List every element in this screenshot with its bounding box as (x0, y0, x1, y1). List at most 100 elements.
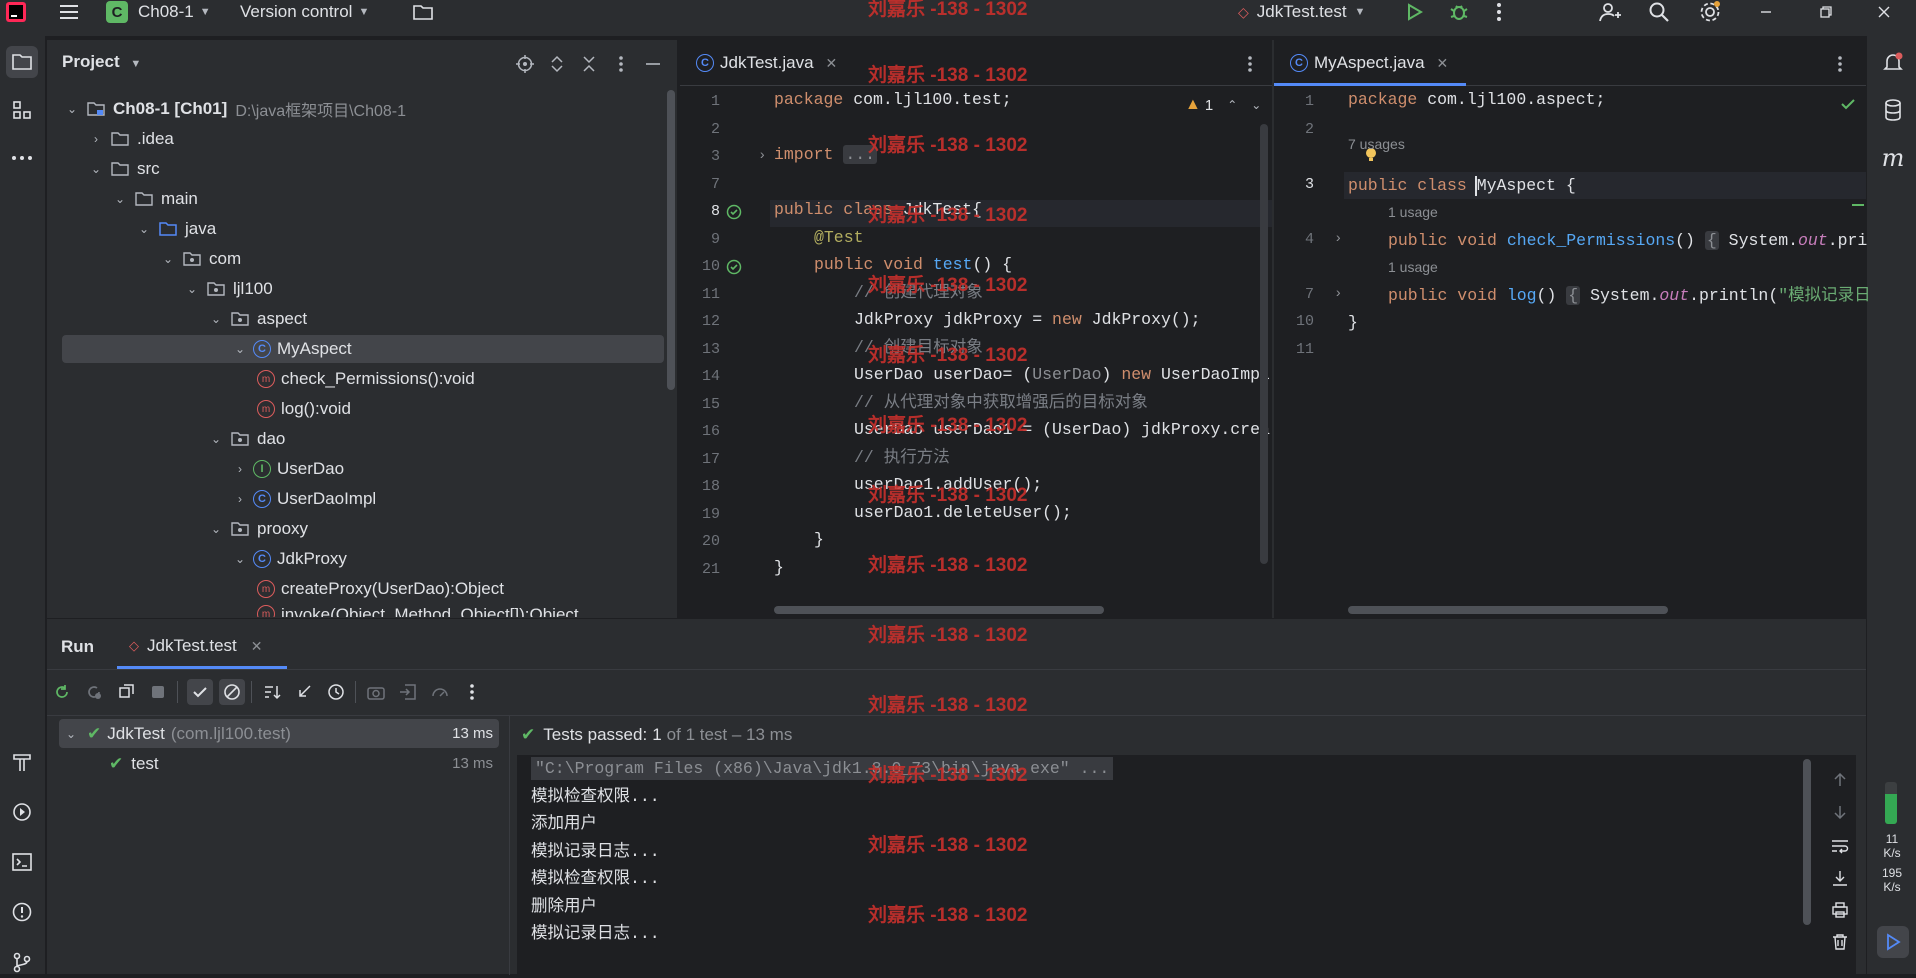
tree-item-prooxy[interactable]: ⌄ prooxy (207, 515, 308, 543)
more-icon[interactable] (459, 679, 485, 705)
import-icon[interactable] (395, 679, 421, 705)
command-line[interactable]: "C:\Program Files (x86)\Java\jdk1.8.0_73… (531, 757, 1114, 780)
close-tab-icon[interactable]: ✕ (1437, 55, 1449, 72)
tab-myaspect[interactable]: C MyAspect.java ✕ (1290, 48, 1448, 78)
tree-item-ljl100[interactable]: ⌄ ljl100 (183, 275, 273, 303)
tab-options-icon[interactable] (1234, 48, 1266, 80)
app-logo[interactable] (6, 0, 26, 24)
close-tab-icon[interactable]: ✕ (826, 55, 838, 72)
code-area[interactable]: package com.ljl100.aspect; 7 usages publ… (1348, 86, 1871, 332)
minimize-icon[interactable] (1758, 0, 1774, 24)
terminal-tool-icon[interactable] (6, 846, 38, 878)
run-tree-splitter[interactable] (509, 716, 510, 975)
tree-item-main[interactable]: ⌄ main (111, 185, 198, 213)
notifications-icon[interactable] (1877, 46, 1909, 78)
usages-hint[interactable]: 1 usage (1388, 254, 1438, 281)
clear-console-icon[interactable] (1827, 929, 1853, 955)
test-case-row[interactable]: ✔ test 13 ms (59, 749, 499, 778)
rerun-icon[interactable] (49, 679, 75, 705)
usages-hint[interactable]: 7 usages (1348, 131, 1405, 158)
show-ignored-icon[interactable] (219, 679, 245, 705)
rerun-failed-icon[interactable] (81, 679, 107, 705)
git-tool-icon[interactable] (6, 946, 38, 978)
history-icon[interactable] (323, 679, 349, 705)
tree-item-idea[interactable]: › .idea (87, 125, 174, 153)
project-tool-icon[interactable] (6, 46, 38, 78)
run-tab-jdktest[interactable]: ◇ JdkTest.test ✕ (129, 631, 263, 661)
run-test-gutter-icon[interactable] (726, 259, 742, 275)
tree-item-method[interactable]: m createProxy(UserDao):Object (253, 575, 504, 603)
fold-icon[interactable]: › (758, 148, 766, 164)
tree-item-com[interactable]: ⌄ com (159, 245, 241, 273)
scroll-down-icon[interactable] (1827, 799, 1853, 825)
toggle-autotest-icon[interactable] (113, 679, 139, 705)
print-icon[interactable] (1827, 897, 1853, 923)
folded-region[interactable]: ... (843, 145, 878, 164)
scroll-up-icon[interactable] (1827, 767, 1853, 793)
expand-all-icon[interactable] (541, 48, 573, 80)
editor-vertical-scrollbar[interactable] (1260, 124, 1268, 564)
code-area[interactable]: package com.ljl100.test; import ... publ… (774, 86, 1270, 577)
structure-tool-icon[interactable] (6, 94, 38, 126)
search-icon[interactable] (1648, 0, 1670, 24)
usages-hint[interactable]: 1 usage (1388, 199, 1438, 226)
main-menu-icon[interactable] (58, 0, 80, 24)
coverage-icon[interactable] (427, 679, 453, 705)
project-panel-header[interactable]: Project ▼ (62, 52, 141, 72)
settings-icon[interactable] (1698, 0, 1722, 24)
scroll-to-end-icon[interactable] (1827, 865, 1853, 891)
more-tools-icon[interactable] (6, 142, 38, 174)
problems-tool-icon[interactable] (6, 896, 38, 928)
folded-region[interactable]: { (1704, 231, 1719, 250)
vcs-menu[interactable]: Version control ▼ (240, 0, 369, 24)
show-passed-icon[interactable] (187, 679, 213, 705)
tree-item-method[interactable]: m log():void (253, 395, 351, 423)
add-user-icon[interactable] (1598, 0, 1622, 24)
soft-wrap-icon[interactable] (1827, 833, 1853, 859)
run-widget-icon[interactable] (1877, 926, 1909, 958)
editor-horizontal-scrollbar[interactable] (1348, 606, 1668, 614)
tree-item-src[interactable]: ⌄ src (87, 155, 160, 183)
test-suite-row[interactable]: ⌄ ✔ JdkTest (com.ljl100.test) 13 ms (59, 719, 499, 748)
folded-region[interactable]: { (1566, 286, 1581, 305)
memory-indicator[interactable]: 11 K/s 195 K/s (1867, 782, 1916, 894)
tree-item-aspect[interactable]: ⌄ aspect (207, 305, 307, 333)
inspection-widget[interactable]: ▲ 1 ⌃ ⌄ (1185, 96, 1261, 114)
services-tool-icon[interactable] (6, 796, 38, 828)
tree-item-module[interactable]: ⌄ Ch08-1 [Ch01] D:\java框架项目\Ch08-1 (63, 95, 406, 123)
tree-item-jdkproxy[interactable]: ⌄ C JdkProxy (231, 545, 347, 573)
more-actions-icon[interactable] (1496, 0, 1502, 24)
tab-jdktest[interactable]: C JdkTest.java ✕ (696, 48, 837, 78)
run-test-gutter-icon[interactable] (726, 204, 742, 220)
restore-icon[interactable] (1818, 0, 1834, 24)
editor-horizontal-scrollbar[interactable] (774, 606, 1104, 614)
collapse-icon[interactable] (291, 679, 317, 705)
run-config-selector[interactable]: ◇ JdkTest.test ▼ (1238, 0, 1365, 24)
tree-item-dao[interactable]: ⌄ dao (207, 425, 285, 453)
no-problems-check-icon[interactable] (1840, 96, 1856, 112)
folder-icon[interactable] (412, 0, 434, 24)
screenshot-icon[interactable] (363, 679, 389, 705)
locate-icon[interactable] (509, 48, 541, 80)
fold-icon[interactable]: › (1334, 231, 1342, 247)
debug-icon[interactable] (1448, 0, 1470, 24)
tree-item-userdao[interactable]: › I UserDao (231, 455, 344, 483)
database-icon[interactable] (1877, 94, 1909, 126)
hide-panel-icon[interactable] (637, 48, 669, 80)
build-tool-icon[interactable] (6, 746, 38, 778)
project-switcher[interactable]: C Ch08-1 ▼ (106, 0, 211, 24)
chevron-up-icon[interactable]: ⌃ (1227, 98, 1237, 112)
maven-icon[interactable]: m (1877, 142, 1909, 174)
run-icon[interactable] (1404, 0, 1424, 24)
options-icon[interactable] (605, 48, 637, 80)
tree-item-myaspect[interactable]: ⌄ C MyAspect (62, 335, 664, 363)
close-window-icon[interactable] (1876, 0, 1892, 24)
console-scrollbar[interactable] (1803, 759, 1811, 925)
stop-icon[interactable] (145, 679, 171, 705)
sort-icon[interactable] (259, 679, 285, 705)
fold-icon[interactable]: › (1334, 286, 1342, 302)
tree-item-java[interactable]: ⌄ java (135, 215, 216, 243)
collapse-all-icon[interactable] (573, 48, 605, 80)
close-tab-icon[interactable]: ✕ (251, 638, 263, 655)
console-output[interactable]: "C:\Program Files (x86)\Java\jdk1.8.0_73… (517, 755, 1856, 975)
